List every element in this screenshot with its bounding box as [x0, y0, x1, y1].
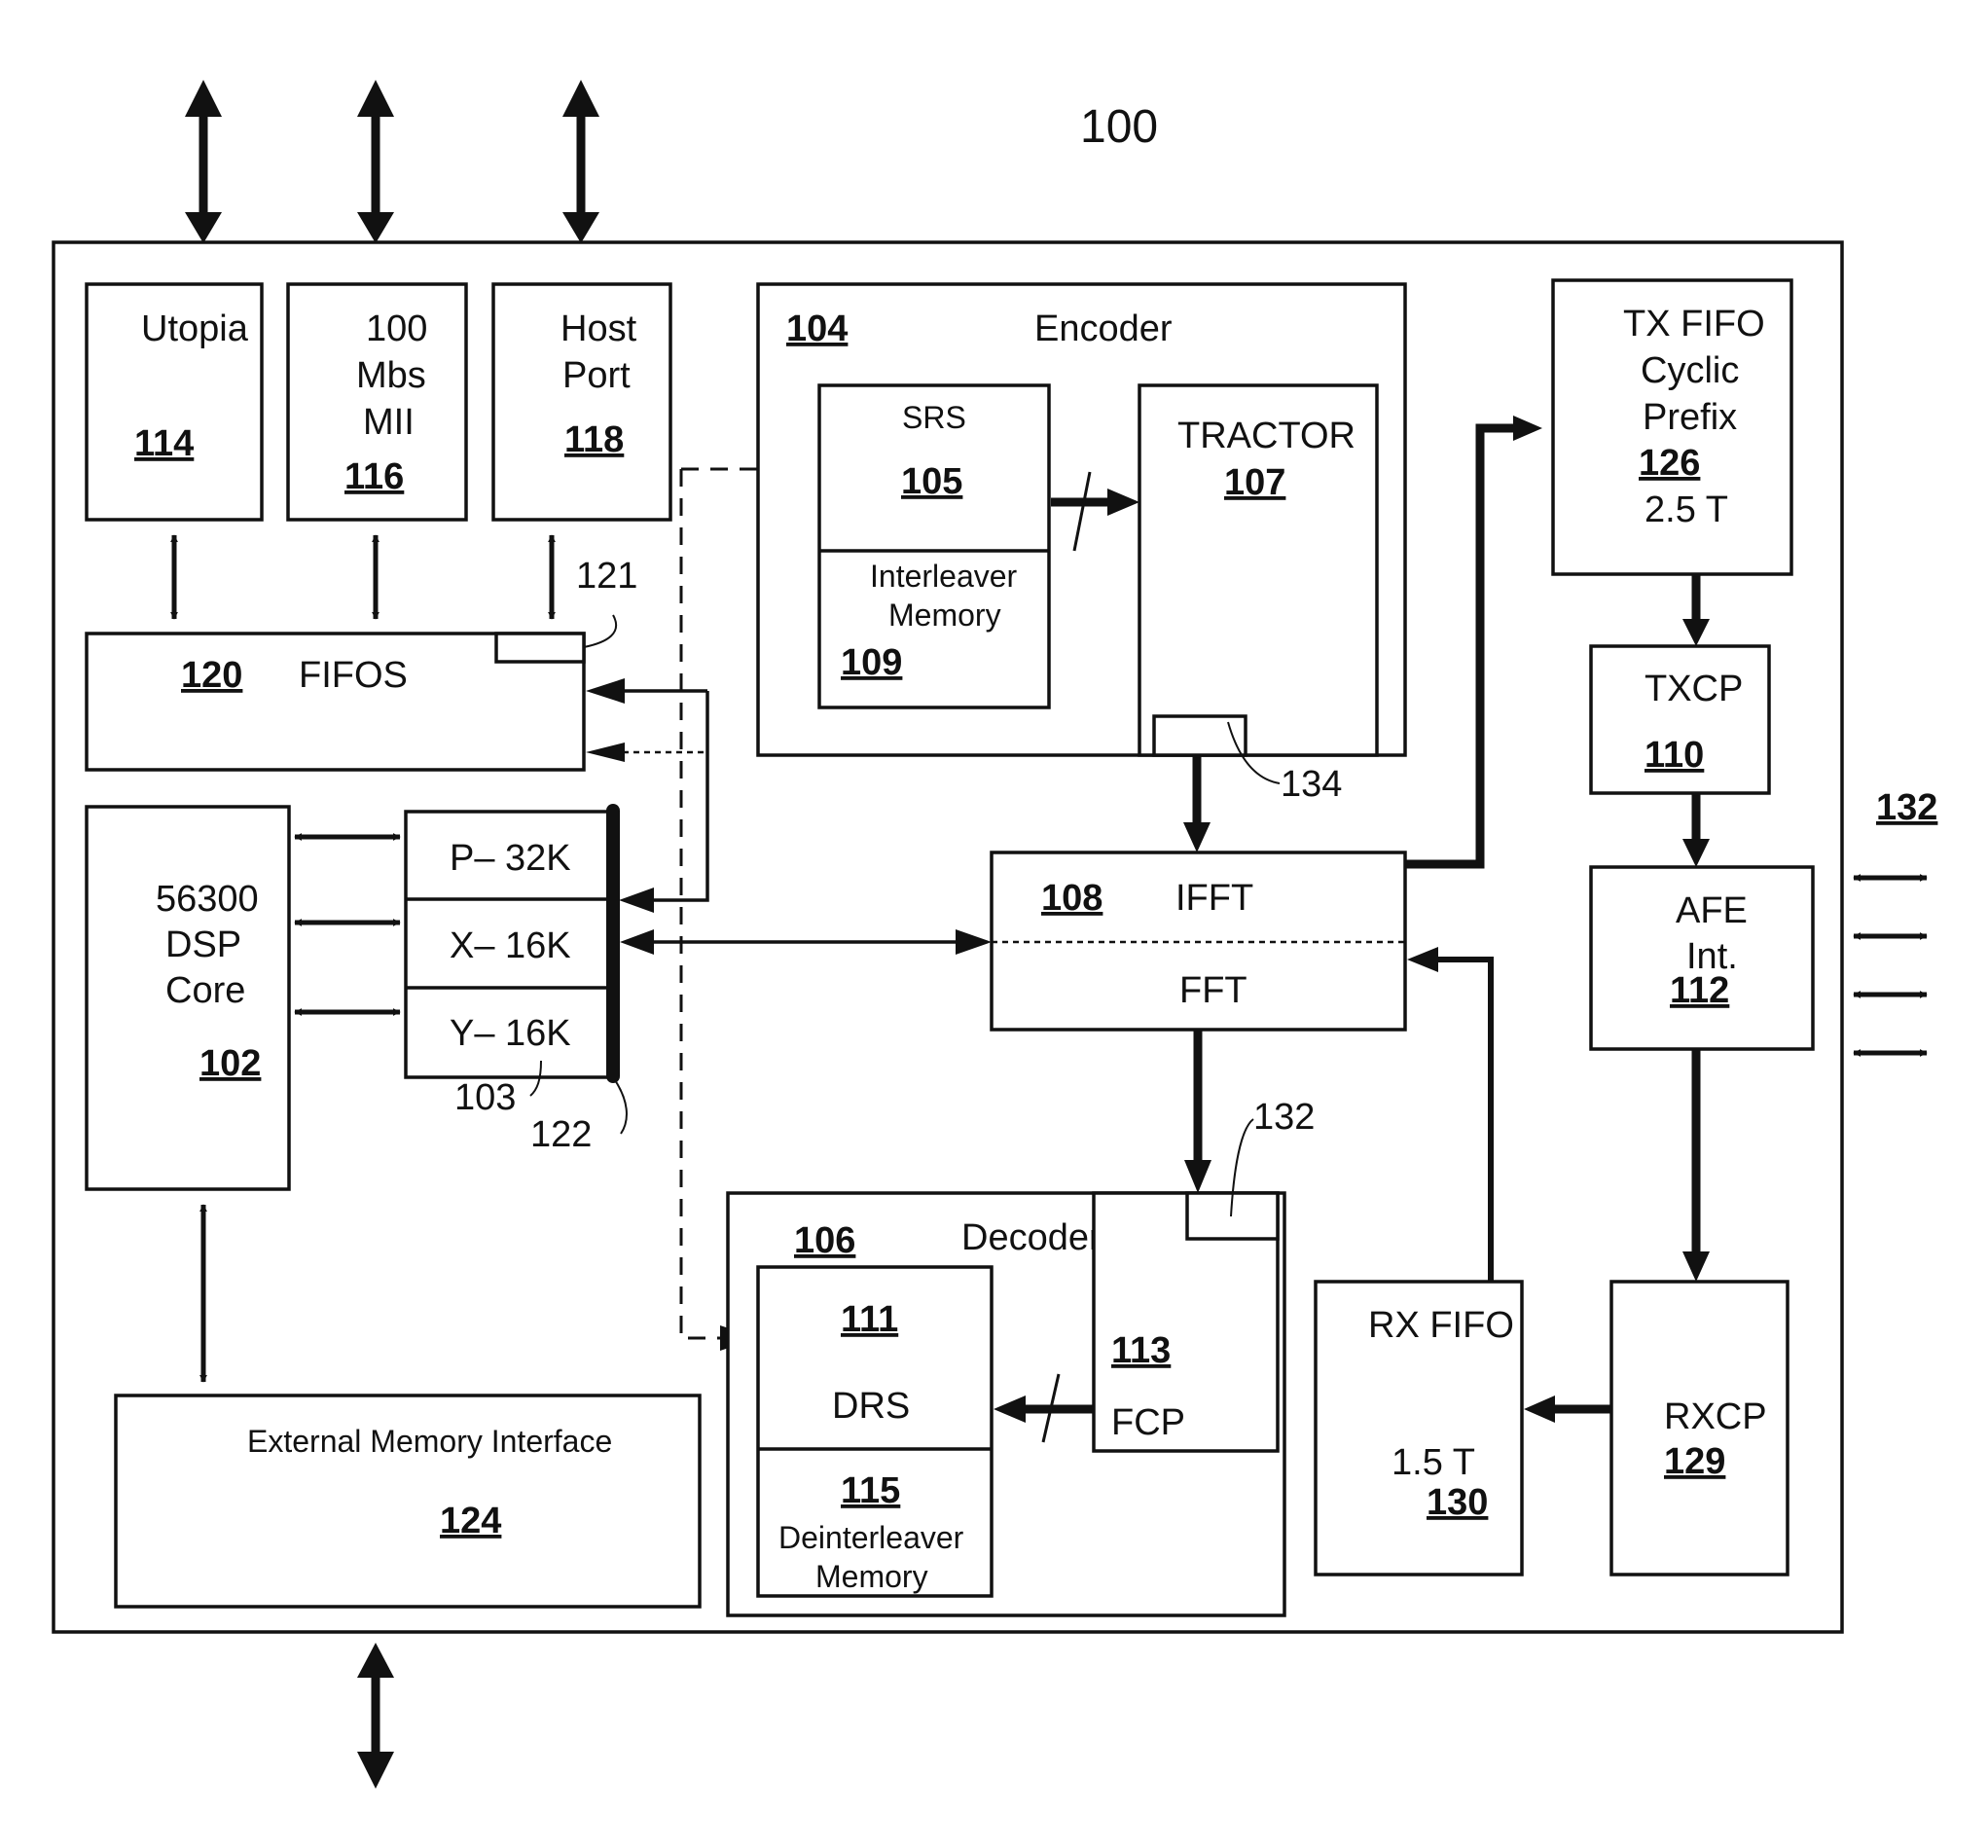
txcp-label: TXCP: [1645, 669, 1743, 709]
host-port-line2: Port: [562, 355, 631, 396]
afe-line1: AFE: [1676, 890, 1748, 931]
mii-block: 100 Mbs MII 116: [286, 282, 468, 522]
ext-mem-label: External Memory Interface: [247, 1424, 612, 1459]
srs-label: SRS: [902, 400, 966, 435]
decoder-ref: 106: [794, 1220, 855, 1261]
deinterleaver-line2: Memory: [815, 1559, 928, 1594]
external-ref: 132: [1876, 787, 1937, 828]
drs-label: DRS: [832, 1386, 910, 1427]
dsp-line3: Core: [165, 970, 245, 1011]
rx-fifo-label: RX FIFO: [1368, 1305, 1514, 1346]
mii-ref: 116: [344, 456, 404, 497]
afe-block: AFE Int. 112: [1589, 865, 1815, 1051]
external-port-arrows-top: [185, 80, 599, 243]
rxcp-block: RXCP 129: [1609, 1280, 1789, 1576]
utopia-ref: 114: [134, 423, 194, 464]
memory-p: P– 32K: [450, 838, 571, 879]
interleaver-line1: Interleaver: [870, 559, 1018, 594]
dsp-line1: 56300: [156, 879, 259, 920]
txcp-block: TXCP 110: [1589, 644, 1771, 795]
external-port-arrow-bottom: [357, 1643, 394, 1789]
mii-line3: MII: [363, 402, 415, 443]
ifft-fft-ref: 108: [1041, 878, 1102, 919]
txcp-ref: 110: [1645, 735, 1704, 776]
ifft-fft-block: 108 IFFT FFT: [990, 851, 1407, 1032]
tx-fifo-line2: Cyclic: [1641, 350, 1739, 391]
dsp-core-block: 56300 DSP Core 102: [85, 805, 291, 1191]
tractor-label: TRACTOR: [1177, 416, 1355, 456]
dsp-ref: 102: [199, 1043, 261, 1084]
fft-label: FFT: [1179, 970, 1247, 1011]
deinterleaver-line1: Deinterleaver: [778, 1520, 964, 1555]
host-port-ref: 118: [564, 419, 624, 460]
rx-fifo-ref: 130: [1427, 1482, 1488, 1523]
tx-fifo-value: 2.5 T: [1645, 489, 1728, 530]
ifft-label: IFFT: [1175, 878, 1253, 919]
interleaver-ref: 109: [841, 642, 902, 683]
fcp-ref: 113: [1111, 1330, 1171, 1371]
utopia-label: Utopia: [141, 308, 249, 349]
rx-fifo-value: 1.5 T: [1392, 1442, 1475, 1483]
figure-ref: 100: [1080, 101, 1158, 153]
memory-x: X– 16K: [450, 925, 571, 966]
drs-ref: 111: [841, 1299, 898, 1340]
afe-ref: 112: [1670, 970, 1729, 1011]
fifos-sub-ref: 121: [576, 556, 637, 597]
fifos-ref: 120: [181, 655, 242, 696]
decoder-label: Decoder: [961, 1217, 1102, 1258]
rx-fifo-block: RX FIFO 1.5 T 130: [1314, 1280, 1524, 1576]
tx-fifo-line1: TX FIFO: [1623, 304, 1765, 344]
srs-ref: 105: [901, 461, 962, 502]
tx-fifo-block: TX FIFO Cyclic Prefix 126 2.5 T: [1551, 278, 1793, 576]
mii-line1: 100: [366, 308, 427, 349]
dsp-line2: DSP: [165, 924, 241, 965]
mii-line2: Mbs: [356, 355, 426, 396]
tx-fifo-line3: Prefix: [1643, 397, 1737, 438]
tractor-sub-ref: 134: [1281, 764, 1342, 805]
encoder-block: 104 Encoder SRS 105 Interleaver Memory 1…: [756, 282, 1407, 805]
ext-mem-ref: 124: [440, 1501, 501, 1541]
encoder-ref: 104: [786, 308, 848, 349]
host-port-block: Host Port 118: [491, 282, 672, 522]
block-diagram: 100 Utopia 114 100 Mbs MII 116 Host Port…: [52, 80, 1937, 1789]
rxcp-label: RXCP: [1664, 1396, 1767, 1437]
bus-ref: 122: [530, 1114, 592, 1155]
rxcp-ref: 129: [1664, 1441, 1725, 1482]
fifos-label: FIFOS: [299, 655, 408, 696]
tx-fifo-ref: 126: [1639, 443, 1700, 484]
tractor-ref: 107: [1224, 462, 1285, 503]
encoder-label: Encoder: [1034, 308, 1173, 349]
fcp-label: FCP: [1111, 1402, 1185, 1443]
interleaver-line2: Memory: [888, 598, 1001, 633]
analog-port-arrows: 132: [1853, 787, 1937, 1057]
memory-y: Y– 16K: [450, 1013, 571, 1054]
utopia-block: Utopia 114: [85, 282, 264, 522]
external-memory-block: External Memory Interface 124: [114, 1394, 702, 1609]
memory-ref: 103: [454, 1077, 516, 1118]
fcp-sub-ref: 132: [1253, 1097, 1315, 1138]
deinterleaver-ref: 115: [841, 1470, 900, 1511]
host-port-line1: Host: [560, 308, 637, 349]
